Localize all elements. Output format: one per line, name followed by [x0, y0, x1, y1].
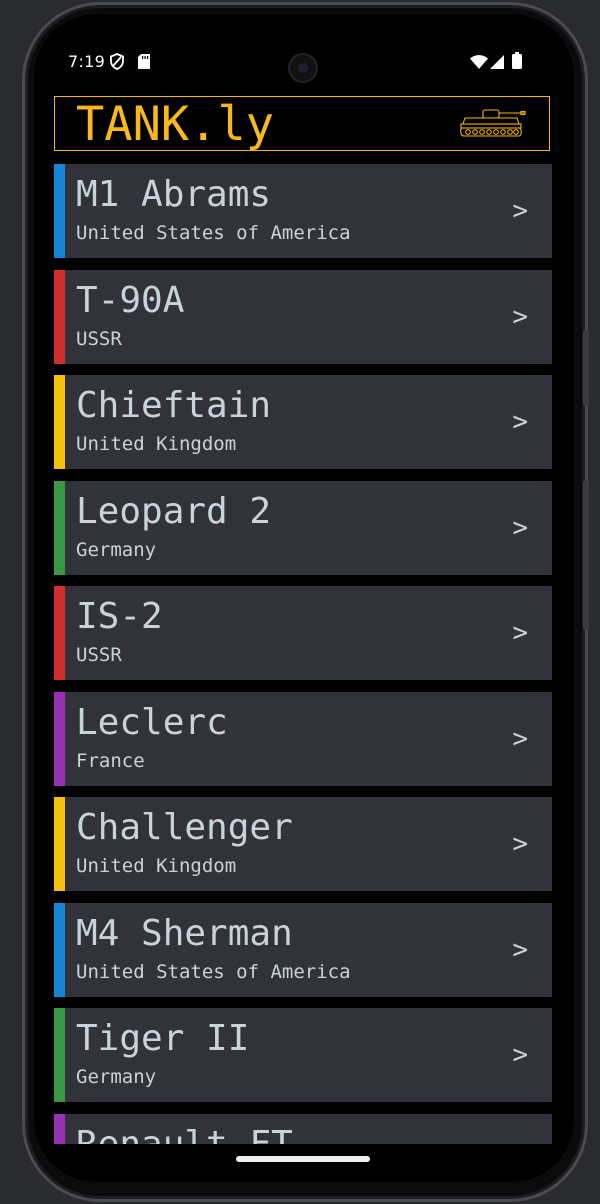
tank-list-item[interactable]: Chieftain United Kingdom > — [54, 375, 552, 469]
chevron-right-icon: > — [512, 724, 528, 754]
tank-name: Leopard 2 — [76, 491, 272, 532]
tank-name: Challenger — [76, 807, 293, 848]
home-indicator[interactable] — [236, 1156, 370, 1162]
tank-name: Tiger II — [76, 1018, 250, 1059]
tank-country: United States of America — [76, 222, 351, 244]
tank-list-item[interactable]: Leclerc France > — [54, 692, 552, 786]
tank-name: Chieftain — [76, 385, 272, 426]
tank-name: M4 Sherman — [76, 913, 293, 954]
phone-screen: 7:19 TANK.ly M1 Abrams United States of … — [34, 14, 574, 1182]
tank-country: USSR — [76, 328, 122, 350]
country-color-bar — [54, 1008, 65, 1102]
tank-list[interactable]: M1 Abrams United States of America > T-90A U… — [54, 164, 552, 1144]
tank-country: USSR — [76, 644, 122, 666]
country-color-bar — [54, 903, 65, 997]
chevron-right-icon: > — [512, 513, 528, 543]
chevron-right-icon: > — [512, 829, 528, 859]
shield-icon — [110, 53, 124, 74]
app-header: TANK.ly — [54, 96, 550, 152]
chevron-right-icon: > — [512, 407, 528, 437]
tank-list-item[interactable]: Challenger United Kingdom > — [54, 797, 552, 891]
tank-list-item[interactable]: Leopard 2 Germany > — [54, 481, 552, 575]
status-bar: 7:19 — [34, 14, 574, 94]
tank-country: United States of America — [76, 961, 351, 983]
country-color-bar — [54, 164, 65, 258]
volume-button — [583, 330, 589, 406]
tank-name: T-90A — [76, 280, 185, 321]
battery-icon — [512, 52, 522, 73]
tank-country: United Kingdom — [76, 433, 237, 455]
country-color-bar — [54, 481, 65, 575]
tank-name: IS-2 — [76, 596, 163, 637]
chevron-right-icon: > — [512, 935, 528, 965]
status-time: 7:19 — [68, 52, 106, 71]
country-color-bar — [54, 692, 65, 786]
tank-list-item[interactable]: Renault FT> — [54, 1114, 552, 1144]
chevron-right-icon: > — [512, 1040, 528, 1070]
chevron-right-icon: > — [512, 196, 528, 226]
tank-list-item[interactable]: IS-2 USSR > — [54, 586, 552, 680]
tank-icon — [459, 106, 527, 144]
tank-list-item[interactable]: T-90A USSR > — [54, 270, 552, 364]
front-camera — [290, 55, 316, 81]
country-color-bar — [54, 1114, 65, 1144]
tank-country: Germany — [76, 539, 157, 561]
country-color-bar — [54, 375, 65, 469]
sd-card-icon — [138, 54, 150, 73]
app-title: TANK.ly — [76, 97, 275, 152]
chevron-right-icon: > — [512, 618, 528, 648]
country-color-bar — [54, 586, 65, 680]
tank-list-item[interactable]: Tiger II Germany > — [54, 1008, 552, 1102]
tank-country: Germany — [76, 1066, 157, 1088]
tank-list-item[interactable]: M1 Abrams United States of America > — [54, 164, 552, 258]
country-color-bar — [54, 797, 65, 891]
power-button — [583, 480, 589, 630]
country-color-bar — [54, 270, 65, 364]
tank-country: France — [76, 750, 145, 772]
tank-list-item[interactable]: M4 Sherman United States of America > — [54, 903, 552, 997]
tank-name: M1 Abrams — [76, 174, 272, 215]
tank-name: Leclerc — [76, 702, 228, 743]
signal-icon — [490, 54, 504, 73]
wifi-icon — [470, 54, 488, 73]
chevron-right-icon: > — [512, 302, 528, 332]
tank-country: United Kingdom — [76, 855, 237, 877]
tank-name: Renault FT — [76, 1123, 293, 1144]
